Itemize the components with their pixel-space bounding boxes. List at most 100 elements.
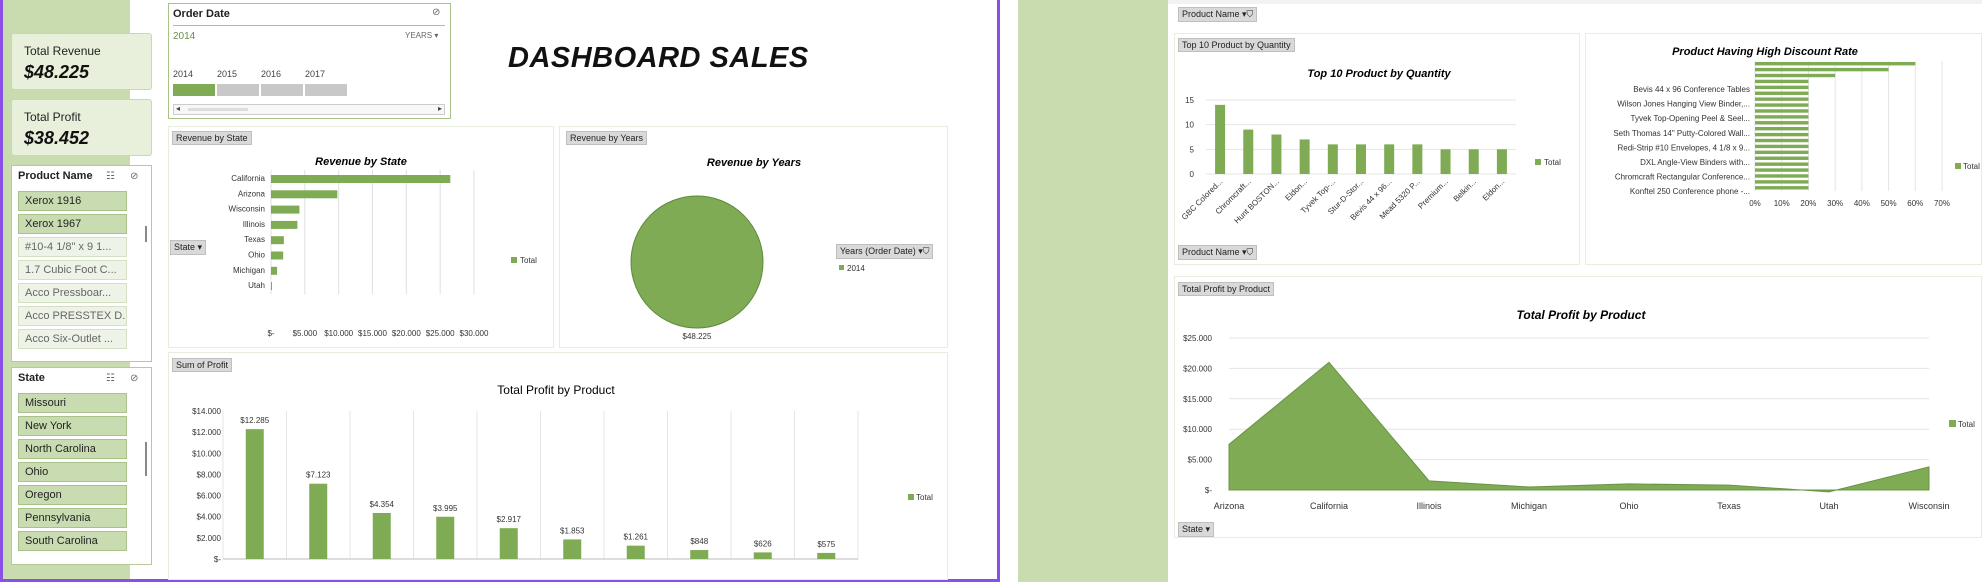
chart-title: Total Profit by Product — [1517, 308, 1647, 322]
data-label: $626 — [754, 539, 772, 548]
x-category-label: Belkin... — [1452, 177, 1478, 203]
bar — [1755, 67, 1889, 72]
chart-title: Product Having High Discount Rate — [1672, 46, 1858, 58]
y-tick-label: 0 — [1190, 170, 1195, 179]
timeline-selected-range: 2014 — [173, 31, 196, 42]
state-slicer-item[interactable]: North Carolina — [18, 439, 127, 459]
right-sidebar — [1018, 0, 1168, 582]
kpi-total-revenue: Total Revenue $48.225 — [11, 33, 152, 90]
data-label: $12.285 — [240, 416, 269, 425]
bar — [245, 429, 264, 559]
timeline-scrollbar[interactable]: ◂ ▸ — [173, 104, 445, 115]
x-tick-label: 20% — [1800, 199, 1816, 208]
x-category-label: Wisconsin — [1908, 501, 1949, 511]
product-slicer-title: Product Name — [18, 170, 93, 182]
x-tick-label: 70% — [1934, 199, 1950, 208]
bar — [1755, 73, 1836, 78]
y-tick-label: 5 — [1190, 145, 1195, 154]
x-category-label: Arizona — [1214, 501, 1245, 511]
y-tick-label: $4.000 — [197, 513, 222, 522]
x-tick-label: 40% — [1854, 199, 1870, 208]
product-slicer-item[interactable]: Xerox 1916 — [18, 191, 127, 211]
timeline-granularity-dropdown[interactable]: YEARS ▾ — [405, 31, 438, 40]
state-slicer-scrollbar[interactable] — [145, 442, 147, 476]
bar — [1496, 149, 1507, 174]
chart-title: Total Profit by Product — [497, 383, 615, 397]
pie-slice — [630, 195, 764, 329]
product-slicer-item[interactable]: 1.7 Cubic Foot C... — [18, 260, 127, 280]
profit-by-state-area-chart: Total Profit by Product $- $5.000 $10.000 $1… — [1183, 308, 1975, 511]
x-category-label: Illinois — [1416, 501, 1442, 511]
kpi-revenue-value: $48.225 — [24, 62, 90, 82]
bar — [1243, 129, 1254, 174]
state-slicer-item[interactable]: Missouri — [18, 393, 127, 413]
bar — [1215, 104, 1226, 174]
y-category-label: California — [231, 174, 265, 183]
y-category-label: Illinois — [243, 220, 265, 229]
bar — [1468, 149, 1479, 174]
clear-filter-icon[interactable]: ⊘ — [130, 171, 138, 182]
state-slicer-item[interactable]: Oregon — [18, 485, 127, 505]
multi-select-icon[interactable]: ☷ — [106, 171, 115, 182]
state-slicer-item[interactable]: South Carolina — [18, 531, 127, 551]
y-tick-label: $15.000 — [1183, 395, 1212, 404]
product-slicer-item[interactable]: Acco Six-Outlet ... — [18, 329, 127, 349]
timeline-scroll-thumb[interactable] — [188, 108, 248, 111]
bar — [1327, 144, 1338, 174]
legend-swatch — [511, 257, 517, 263]
product-slicer-item[interactable]: #10-4 1/8" x 9 1... — [18, 237, 127, 257]
clear-filter-icon[interactable]: ⊘ — [130, 373, 138, 384]
timeline-title: Order Date — [173, 8, 230, 20]
product-name-filter-top[interactable]: Product Name ▾⛉ — [1178, 7, 1258, 22]
timeline-year-bar[interactable] — [305, 84, 348, 96]
y-category-label: Tyvek Top-Opening Peel & Seel... — [1631, 114, 1750, 123]
kpi-profit-value: $38.452 — [24, 128, 90, 148]
product-name-slicer[interactable]: Product Name ☷ ⊘ Xerox 1916 Xerox 1967 #10… — [11, 165, 152, 362]
legend-swatch — [1955, 163, 1961, 169]
y-tick-label: $10.000 — [192, 449, 221, 458]
kpi-profit-label: Total Profit — [24, 110, 81, 124]
bar — [1412, 144, 1423, 174]
x-category-label: California — [1310, 501, 1348, 511]
x-tick-label: $10.000 — [324, 329, 353, 338]
x-tick-label: 60% — [1907, 199, 1923, 208]
state-slicer-item[interactable]: Pennsylvania — [18, 508, 127, 528]
timeline-year-bar[interactable] — [217, 84, 260, 96]
product-slicer-item[interactable]: Acco PRESSTEX D... — [18, 306, 127, 326]
x-tick-label: $5.000 — [293, 329, 318, 338]
bar — [1755, 79, 1809, 84]
timeline-year-bar[interactable] — [261, 84, 304, 96]
product-slicer-scrollbar[interactable] — [145, 226, 147, 242]
timeline-year-label: 2016 — [261, 69, 282, 79]
product-slicer-item[interactable]: Acco Pressboar... — [18, 283, 127, 303]
product-slicer-item[interactable]: Xerox 1967 — [18, 214, 127, 234]
x-category-label: Premium... — [1416, 177, 1450, 211]
y-tick-label: $8.000 — [197, 470, 222, 479]
legend-label: Total — [916, 493, 933, 502]
chart-title: Revenue by State — [315, 156, 407, 168]
sheet-gap — [1003, 0, 1018, 582]
bar — [271, 282, 273, 291]
bar — [1440, 149, 1451, 174]
top10-quantity-chart: Top 10 Product by Quantity051015GBC Colo… — [1180, 68, 1561, 225]
scroll-right-icon[interactable]: ▸ — [438, 104, 442, 113]
multi-select-icon[interactable]: ☷ — [106, 373, 115, 384]
data-label: $575 — [817, 540, 835, 549]
clear-filter-icon[interactable]: ⊘ — [432, 7, 440, 18]
x-category-label: Ohio — [1619, 501, 1638, 511]
state-slicer-item[interactable]: New York — [18, 416, 127, 436]
area-series — [1228, 361, 1930, 493]
timeline-year-bar[interactable] — [173, 84, 216, 96]
state-slicer[interactable]: State ☷ ⊘ Missouri New York North Carolina… — [11, 367, 152, 565]
bar — [1755, 132, 1809, 137]
bar — [1755, 127, 1809, 131]
order-date-timeline[interactable]: Order Date ⊘ 2014 YEARS ▾ 2014 2015 2016 20… — [168, 3, 451, 119]
y-category-label: Redi-Strip #10 Envelopes, 4 1/8 x 9... — [1617, 143, 1750, 152]
bar — [1755, 144, 1809, 149]
x-tick-label: $20.000 — [392, 329, 421, 338]
state-slicer-item[interactable]: Ohio — [18, 462, 127, 482]
scroll-left-icon[interactable]: ◂ — [176, 104, 180, 113]
data-label: $1.853 — [560, 526, 585, 535]
y-tick-label: $6.000 — [197, 492, 222, 501]
data-label: $1.261 — [624, 533, 649, 542]
